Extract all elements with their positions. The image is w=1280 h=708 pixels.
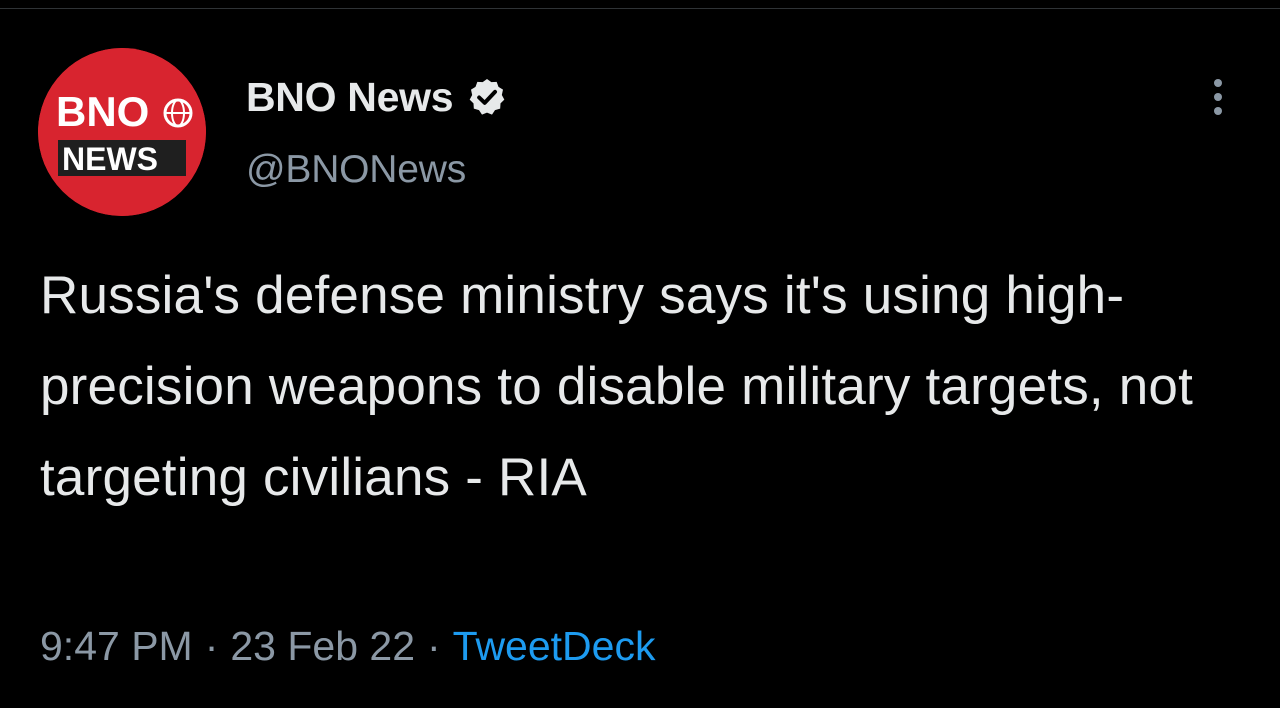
verified-badge-icon xyxy=(469,79,505,115)
logo-text-bno: BNO xyxy=(56,88,149,135)
tweet-time[interactable]: 9:47 PM xyxy=(40,623,193,670)
logo-text-news: NEWS xyxy=(62,141,158,177)
tweet-text: Russia's defense ministry says it's usin… xyxy=(40,266,1194,507)
author-handle[interactable]: @BNONews xyxy=(246,148,466,192)
more-options-button[interactable] xyxy=(1196,72,1240,122)
top-divider xyxy=(0,8,1280,9)
author-display-name[interactable]: BNO News xyxy=(246,74,454,121)
tweet-date[interactable]: 23 Feb 22 xyxy=(230,623,415,670)
meta-separator: · xyxy=(427,622,441,669)
tweet-meta: 9:47 PM · 23 Feb 22 · TweetDeck xyxy=(40,620,655,672)
tweet-source-link[interactable]: TweetDeck xyxy=(453,623,656,670)
bno-news-logo: BNO NEWS xyxy=(38,48,206,216)
avatar[interactable]: BNO NEWS xyxy=(38,48,206,216)
meta-separator: · xyxy=(204,622,219,669)
more-vertical-icon xyxy=(1214,79,1222,87)
author-name-row: BNO News xyxy=(246,72,507,122)
